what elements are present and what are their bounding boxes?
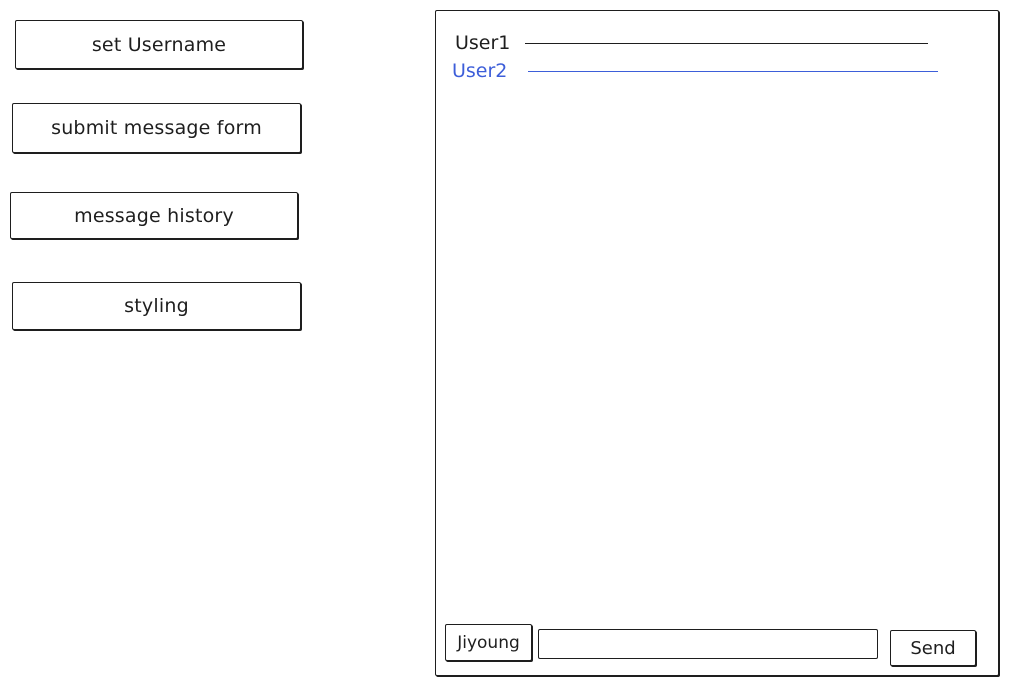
styling-label: styling (124, 295, 189, 317)
message-row: User2 (452, 60, 938, 82)
set-username-label: set Username (91, 33, 227, 56)
chat-window (435, 10, 999, 676)
message-text-placeholder (528, 70, 938, 72)
message-input[interactable] (538, 629, 878, 659)
send-button[interactable]: Send (890, 630, 976, 666)
current-username-box: Jiyoung (445, 624, 532, 661)
message-history-label: message history (74, 204, 234, 227)
submit-message-form-box: submit message form (12, 103, 301, 153)
submit-message-form-label: submit message form (51, 117, 262, 139)
send-button-label: Send (910, 637, 956, 659)
current-username-label: Jiyoung (457, 632, 520, 653)
message-username: User1 (455, 32, 511, 54)
message-username: User2 (452, 60, 508, 82)
message-row: User1 (455, 32, 928, 54)
message-history-box: message history (10, 192, 298, 239)
set-username-box: set Username (15, 20, 303, 69)
styling-box: styling (12, 282, 301, 330)
message-text-placeholder (525, 42, 928, 44)
